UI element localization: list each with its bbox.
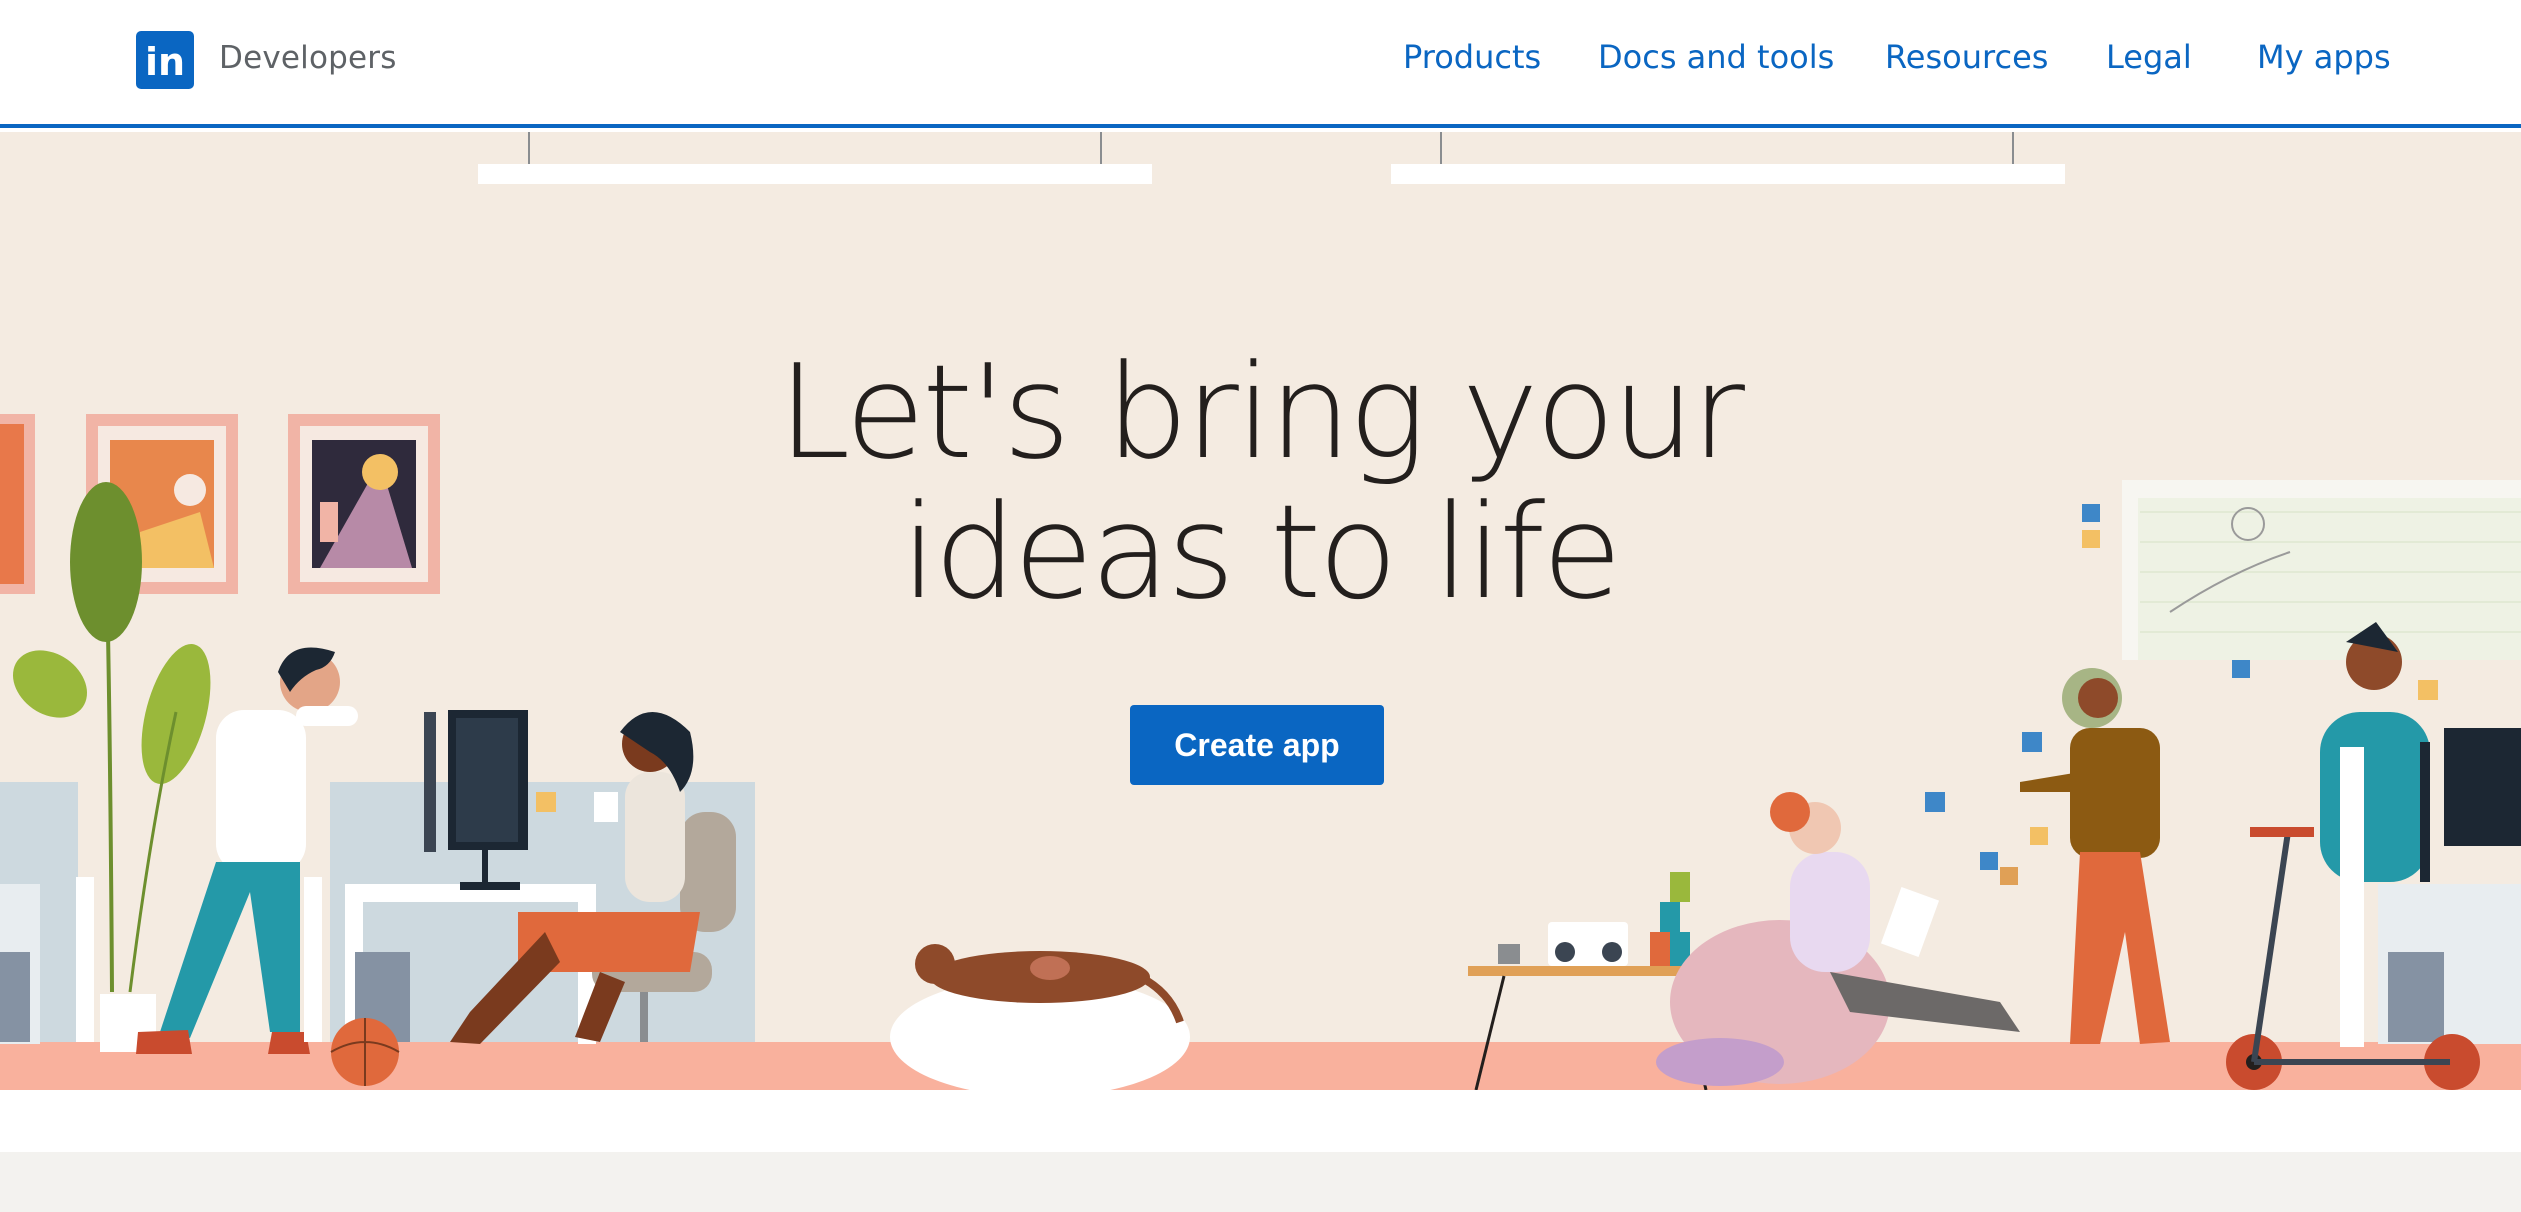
nav-my-apps[interactable]: My apps (2257, 38, 2391, 76)
next-section-band (0, 1152, 2521, 1212)
nav-docs-and-tools[interactable]: Docs and tools (1598, 38, 1834, 76)
nav-legal[interactable]: Legal (2106, 38, 2192, 76)
hero-title: Let's bring your ideas to life (760, 342, 1760, 622)
whiteboard (2082, 480, 2521, 678)
create-app-button[interactable]: Create app (1130, 705, 1384, 785)
standing-woman (1980, 668, 2170, 1044)
logo-text: in (145, 40, 185, 84)
wall-art (0, 414, 440, 594)
hero-title-line2: ideas to life (900, 476, 1622, 628)
ceiling-lights (478, 132, 2065, 184)
hero-title-line1: Let's bring your (777, 336, 1745, 488)
site-header: in Developers Products Docs and tools Re… (0, 0, 2521, 128)
brand-name[interactable]: Developers (219, 40, 397, 76)
dog-on-cushion (890, 944, 1190, 1090)
hero-section: Let's bring your ideas to life Create ap… (0, 132, 2521, 1090)
nav-products[interactable]: Products (1403, 38, 1541, 76)
hero-bottom-spacer (0, 1090, 2521, 1152)
right-man (2226, 622, 2521, 1090)
linkedin-icon[interactable]: in (136, 31, 194, 89)
nav-resources[interactable]: Resources (1885, 38, 2048, 76)
woman-on-beanbag (1656, 792, 2020, 1086)
